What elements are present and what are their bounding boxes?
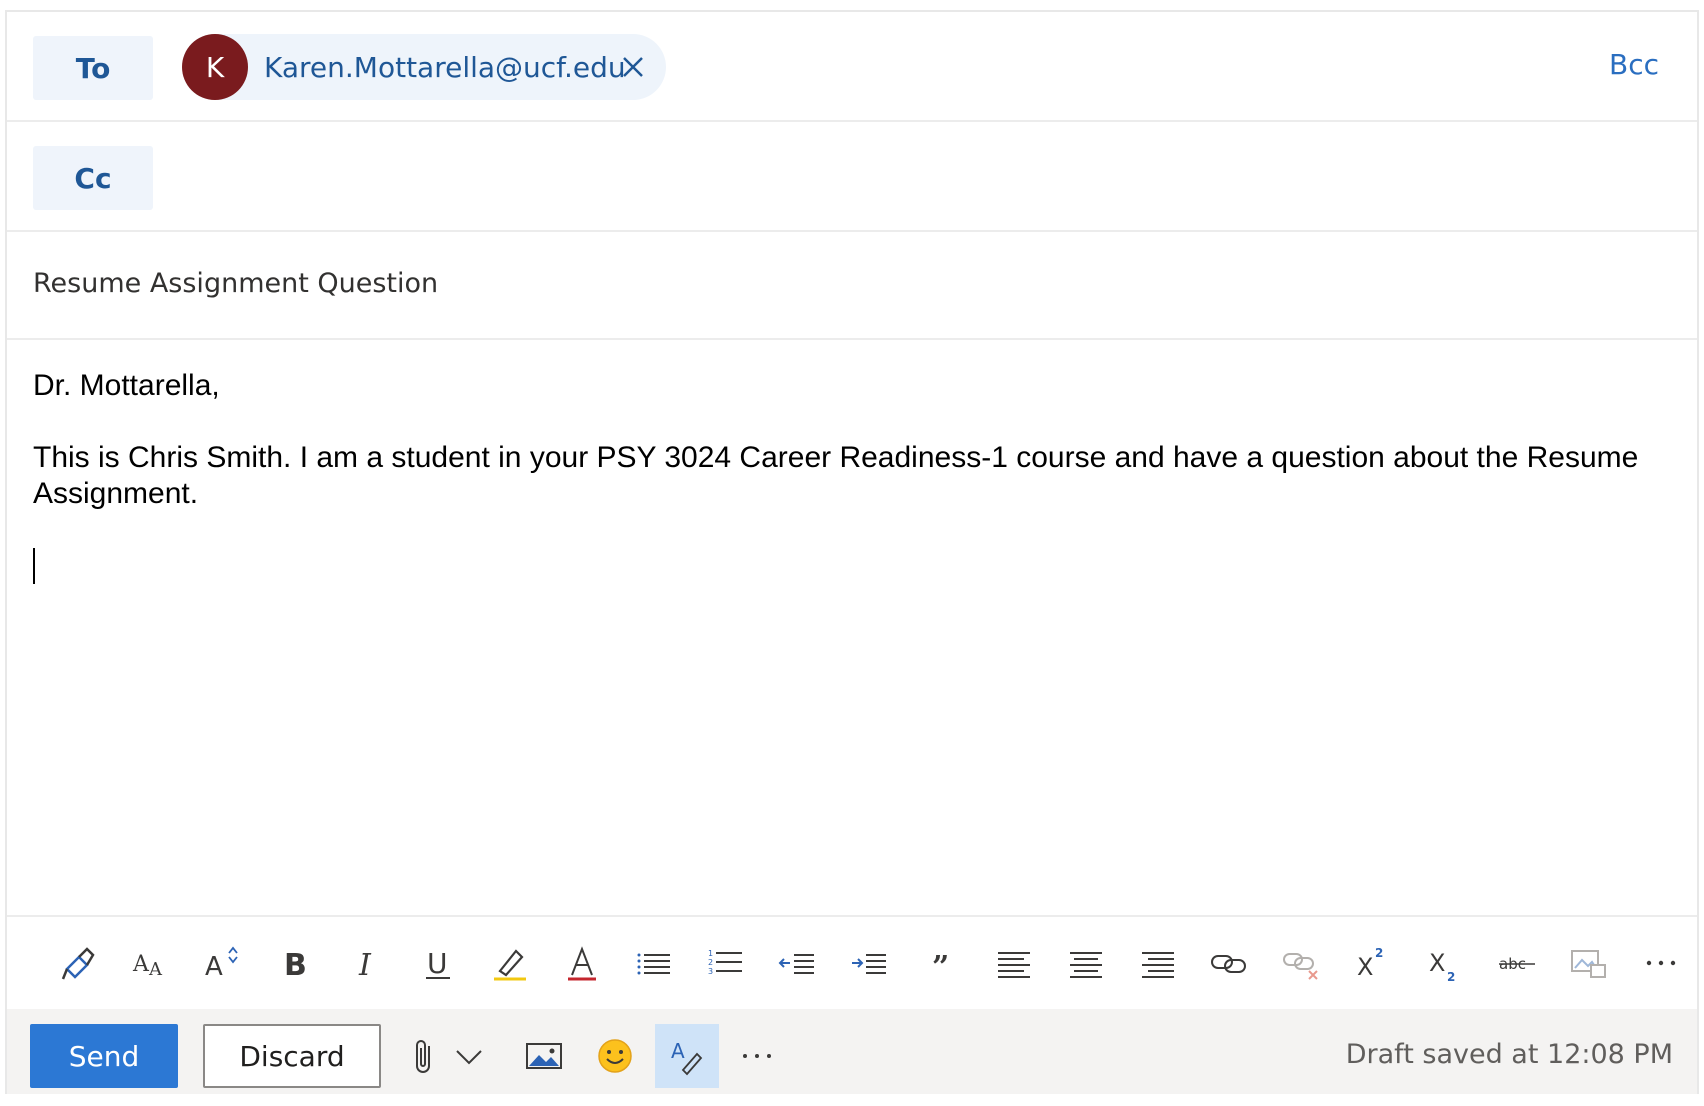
more-icon (743, 1054, 771, 1058)
align-center-icon (1069, 952, 1102, 978)
draft-status: Draft saved at 12:08 PM (1345, 1039, 1673, 1070)
svg-text:A: A (671, 1039, 685, 1063)
align-right-icon (1141, 952, 1174, 978)
subscript-icon: X 2 (1429, 949, 1455, 983)
strikethrough-icon: abc (1499, 955, 1536, 973)
svg-text:U: U (427, 947, 448, 980)
font-size-button[interactable]: A (187, 933, 259, 993)
compose-pane: To K Karen.Mottarella@ucf.edu Bcc Cc Res… (5, 10, 1699, 1094)
text-caret (33, 548, 35, 584)
emoji-icon (598, 1039, 632, 1073)
highlight-button[interactable] (474, 933, 546, 993)
recipient-chip[interactable]: K Karen.Mottarella@ucf.edu (182, 34, 666, 100)
svg-text:I: I (358, 948, 372, 983)
increase-indent-icon (851, 954, 886, 974)
align-left-icon (997, 952, 1030, 978)
to-row: To K Karen.Mottarella@ucf.edu Bcc (7, 12, 1697, 122)
svg-text:B: B (284, 948, 307, 983)
svg-text:A: A (132, 952, 150, 977)
subject-field[interactable]: Resume Assignment Question (7, 232, 1697, 340)
underline-icon: U (426, 947, 451, 980)
quote-icon: ” (932, 950, 949, 983)
insert-link-button[interactable] (1194, 933, 1266, 993)
decrease-indent-icon (778, 954, 815, 974)
insert-picture-button[interactable] (512, 1024, 576, 1088)
subject-text: Resume Assignment Question (33, 268, 439, 299)
picture-icon (526, 1043, 562, 1069)
to-button[interactable]: To (33, 36, 153, 100)
editor-icon: A (671, 1039, 703, 1076)
font-color-icon (568, 946, 597, 981)
action-bar: Send Discard A Draft saved at 12:08 PM (7, 1009, 1697, 1094)
paperclip-icon (416, 1040, 430, 1073)
align-left-button[interactable] (978, 933, 1050, 993)
avatar: K (182, 34, 248, 100)
numbering-button[interactable]: 1 2 3 (690, 933, 762, 993)
font-button[interactable]: A A (115, 933, 187, 993)
align-right-button[interactable] (1122, 933, 1194, 993)
underline-button[interactable]: U (403, 933, 475, 993)
numbering-icon: 1 2 3 (708, 949, 743, 976)
attach-dropdown[interactable] (447, 1024, 491, 1088)
highlight-icon (494, 949, 527, 981)
insert-link-icon (1211, 955, 1247, 973)
superscript-button[interactable]: X 2 (1337, 933, 1409, 993)
superscript-icon: X 2 (1357, 946, 1383, 981)
font-color-button[interactable] (546, 933, 618, 993)
italic-button[interactable]: I (331, 933, 403, 993)
cc-button[interactable]: Cc (33, 146, 153, 210)
decrease-indent-button[interactable] (762, 933, 834, 993)
strikethrough-button[interactable]: abc (1481, 933, 1553, 993)
attach-button[interactable] (403, 1024, 447, 1088)
svg-text:2: 2 (1375, 946, 1383, 960)
discard-button[interactable]: Discard (203, 1024, 381, 1088)
format-painter-button[interactable] (43, 933, 115, 993)
send-button[interactable]: Send (30, 1024, 178, 1088)
bold-icon: B (284, 948, 307, 983)
chevron-down-icon (456, 1050, 482, 1065)
svg-text:A: A (205, 952, 223, 982)
svg-text:”: ” (932, 950, 949, 983)
svg-text:X: X (1357, 953, 1373, 981)
italic-icon: I (358, 948, 372, 983)
message-body[interactable]: Dr. Mottarella, This is Chris Smith. I a… (7, 340, 1697, 915)
close-icon[interactable] (618, 52, 648, 82)
svg-text:2: 2 (708, 958, 713, 967)
format-toolbar: A A A B I U 1 2 3 ” X 2 X 2 abc (7, 915, 1697, 1009)
bullets-icon (637, 953, 671, 975)
more-icon (1646, 960, 1676, 966)
body-paragraph: This is Chris Smith. I am a student in y… (33, 441, 1639, 510)
svg-text:1: 1 (708, 949, 713, 958)
bold-button[interactable]: B (259, 933, 331, 993)
subscript-button[interactable]: X 2 (1409, 933, 1481, 993)
svg-text:3: 3 (708, 967, 713, 976)
quote-button[interactable]: ” (906, 933, 978, 993)
font-size-icon: A (205, 946, 238, 982)
format-painter-icon (61, 947, 95, 980)
resize-image-button[interactable] (1553, 933, 1625, 993)
cc-row: Cc (7, 122, 1697, 232)
svg-text:2: 2 (1447, 970, 1455, 983)
remove-link-icon (1283, 953, 1319, 980)
recipient-email: Karen.Mottarella@ucf.edu (264, 50, 626, 84)
svg-text:X: X (1429, 949, 1445, 977)
increase-indent-button[interactable] (834, 933, 906, 993)
body-greeting: Dr. Mottarella, (33, 369, 220, 402)
bcc-link[interactable]: Bcc (1609, 48, 1659, 81)
more-options-button[interactable] (725, 1024, 789, 1088)
resize-image-icon (1570, 950, 1606, 978)
remove-link-button[interactable] (1265, 933, 1337, 993)
editor-button[interactable]: A (655, 1024, 719, 1088)
bullets-button[interactable] (618, 933, 690, 993)
font-icon: A A (132, 952, 163, 980)
align-center-button[interactable] (1050, 933, 1122, 993)
emoji-button[interactable] (583, 1024, 647, 1088)
svg-text:A: A (148, 959, 163, 980)
more-formatting-button[interactable] (1625, 933, 1697, 993)
